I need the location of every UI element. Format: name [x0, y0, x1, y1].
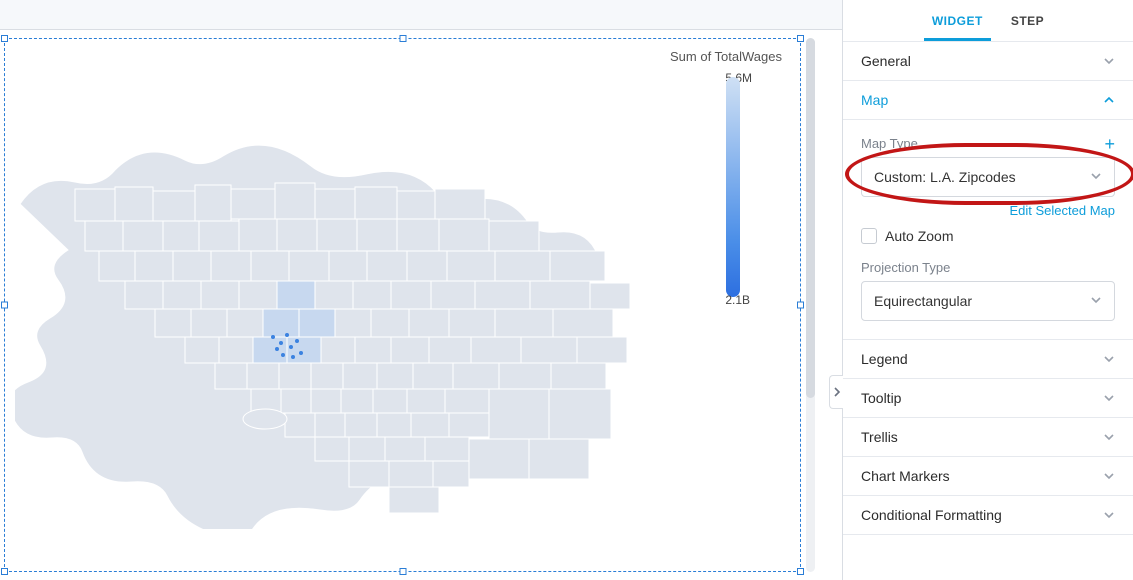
properties-panel: WIDGET STEP General Map Map Type + Custo… — [842, 0, 1133, 580]
section-general[interactable]: General — [843, 42, 1133, 81]
map-type-label: Map Type — [861, 136, 918, 151]
section-title: General — [861, 53, 911, 69]
projection-type-value: Equirectangular — [874, 293, 972, 309]
resize-handle[interactable] — [797, 35, 804, 42]
color-legend-bar — [726, 77, 740, 297]
chevron-down-icon — [1090, 169, 1102, 185]
add-map-type-button[interactable]: + — [1104, 137, 1115, 151]
resize-handle[interactable] — [1, 35, 8, 42]
map-type-select[interactable]: Custom: L.A. Zipcodes — [861, 157, 1115, 197]
section-conditional-formatting[interactable]: Conditional Formatting — [843, 496, 1133, 535]
section-chart-markers[interactable]: Chart Markers — [843, 457, 1133, 496]
toolbar-strip — [0, 0, 842, 30]
chevron-down-icon — [1103, 392, 1115, 404]
resize-handle[interactable] — [797, 568, 804, 575]
section-legend[interactable]: Legend — [843, 340, 1133, 379]
main-canvas-area: Sum of TotalWages 5.6M 2.1B — [0, 0, 842, 580]
chevron-down-icon — [1103, 55, 1115, 67]
legend-min-label: 2.1B — [725, 293, 750, 307]
section-title: Tooltip — [861, 390, 901, 406]
map-type-value: Custom: L.A. Zipcodes — [874, 169, 1016, 185]
auto-zoom-row[interactable]: Auto Zoom — [861, 228, 1115, 244]
vertical-scrollbar[interactable] — [806, 38, 815, 572]
chevron-down-icon — [1103, 470, 1115, 482]
section-map[interactable]: Map — [843, 81, 1133, 120]
edit-selected-map-link[interactable]: Edit Selected Map — [861, 203, 1115, 218]
section-title: Map — [861, 92, 888, 108]
auto-zoom-label: Auto Zoom — [885, 228, 953, 244]
section-title: Chart Markers — [861, 468, 950, 484]
resize-handle[interactable] — [399, 35, 406, 42]
section-map-body: Map Type + Custom: L.A. Zipcodes Edit Se… — [843, 120, 1133, 340]
resize-handle[interactable] — [1, 302, 8, 309]
panel-collapse-handle[interactable] — [829, 375, 843, 409]
chevron-up-icon — [1103, 94, 1115, 106]
section-trellis[interactable]: Trellis — [843, 418, 1133, 457]
widget-selection-frame[interactable]: Sum of TotalWages 5.6M 2.1B — [4, 38, 801, 572]
projection-type-label: Projection Type — [861, 260, 1115, 275]
section-title: Legend — [861, 351, 908, 367]
chevron-down-icon — [1103, 431, 1115, 443]
chevron-down-icon — [1090, 293, 1102, 309]
projection-type-select[interactable]: Equirectangular — [861, 281, 1115, 321]
section-title: Trellis — [861, 429, 898, 445]
tab-widget[interactable]: WIDGET — [930, 2, 985, 40]
auto-zoom-checkbox[interactable] — [861, 228, 877, 244]
chart-title: Sum of TotalWages — [670, 49, 782, 64]
resize-handle[interactable] — [1, 568, 8, 575]
section-tooltip[interactable]: Tooltip — [843, 379, 1133, 418]
resize-handle[interactable] — [797, 302, 804, 309]
scrollbar-thumb[interactable] — [806, 38, 815, 398]
map-type-label-row: Map Type + — [861, 136, 1115, 151]
resize-handle[interactable] — [399, 568, 406, 575]
tab-step[interactable]: STEP — [1009, 2, 1046, 40]
panel-tabs: WIDGET STEP — [843, 0, 1133, 42]
chevron-down-icon — [1103, 509, 1115, 521]
choropleth-map[interactable] — [15, 109, 655, 529]
chevron-down-icon — [1103, 353, 1115, 365]
section-title: Conditional Formatting — [861, 507, 1002, 523]
